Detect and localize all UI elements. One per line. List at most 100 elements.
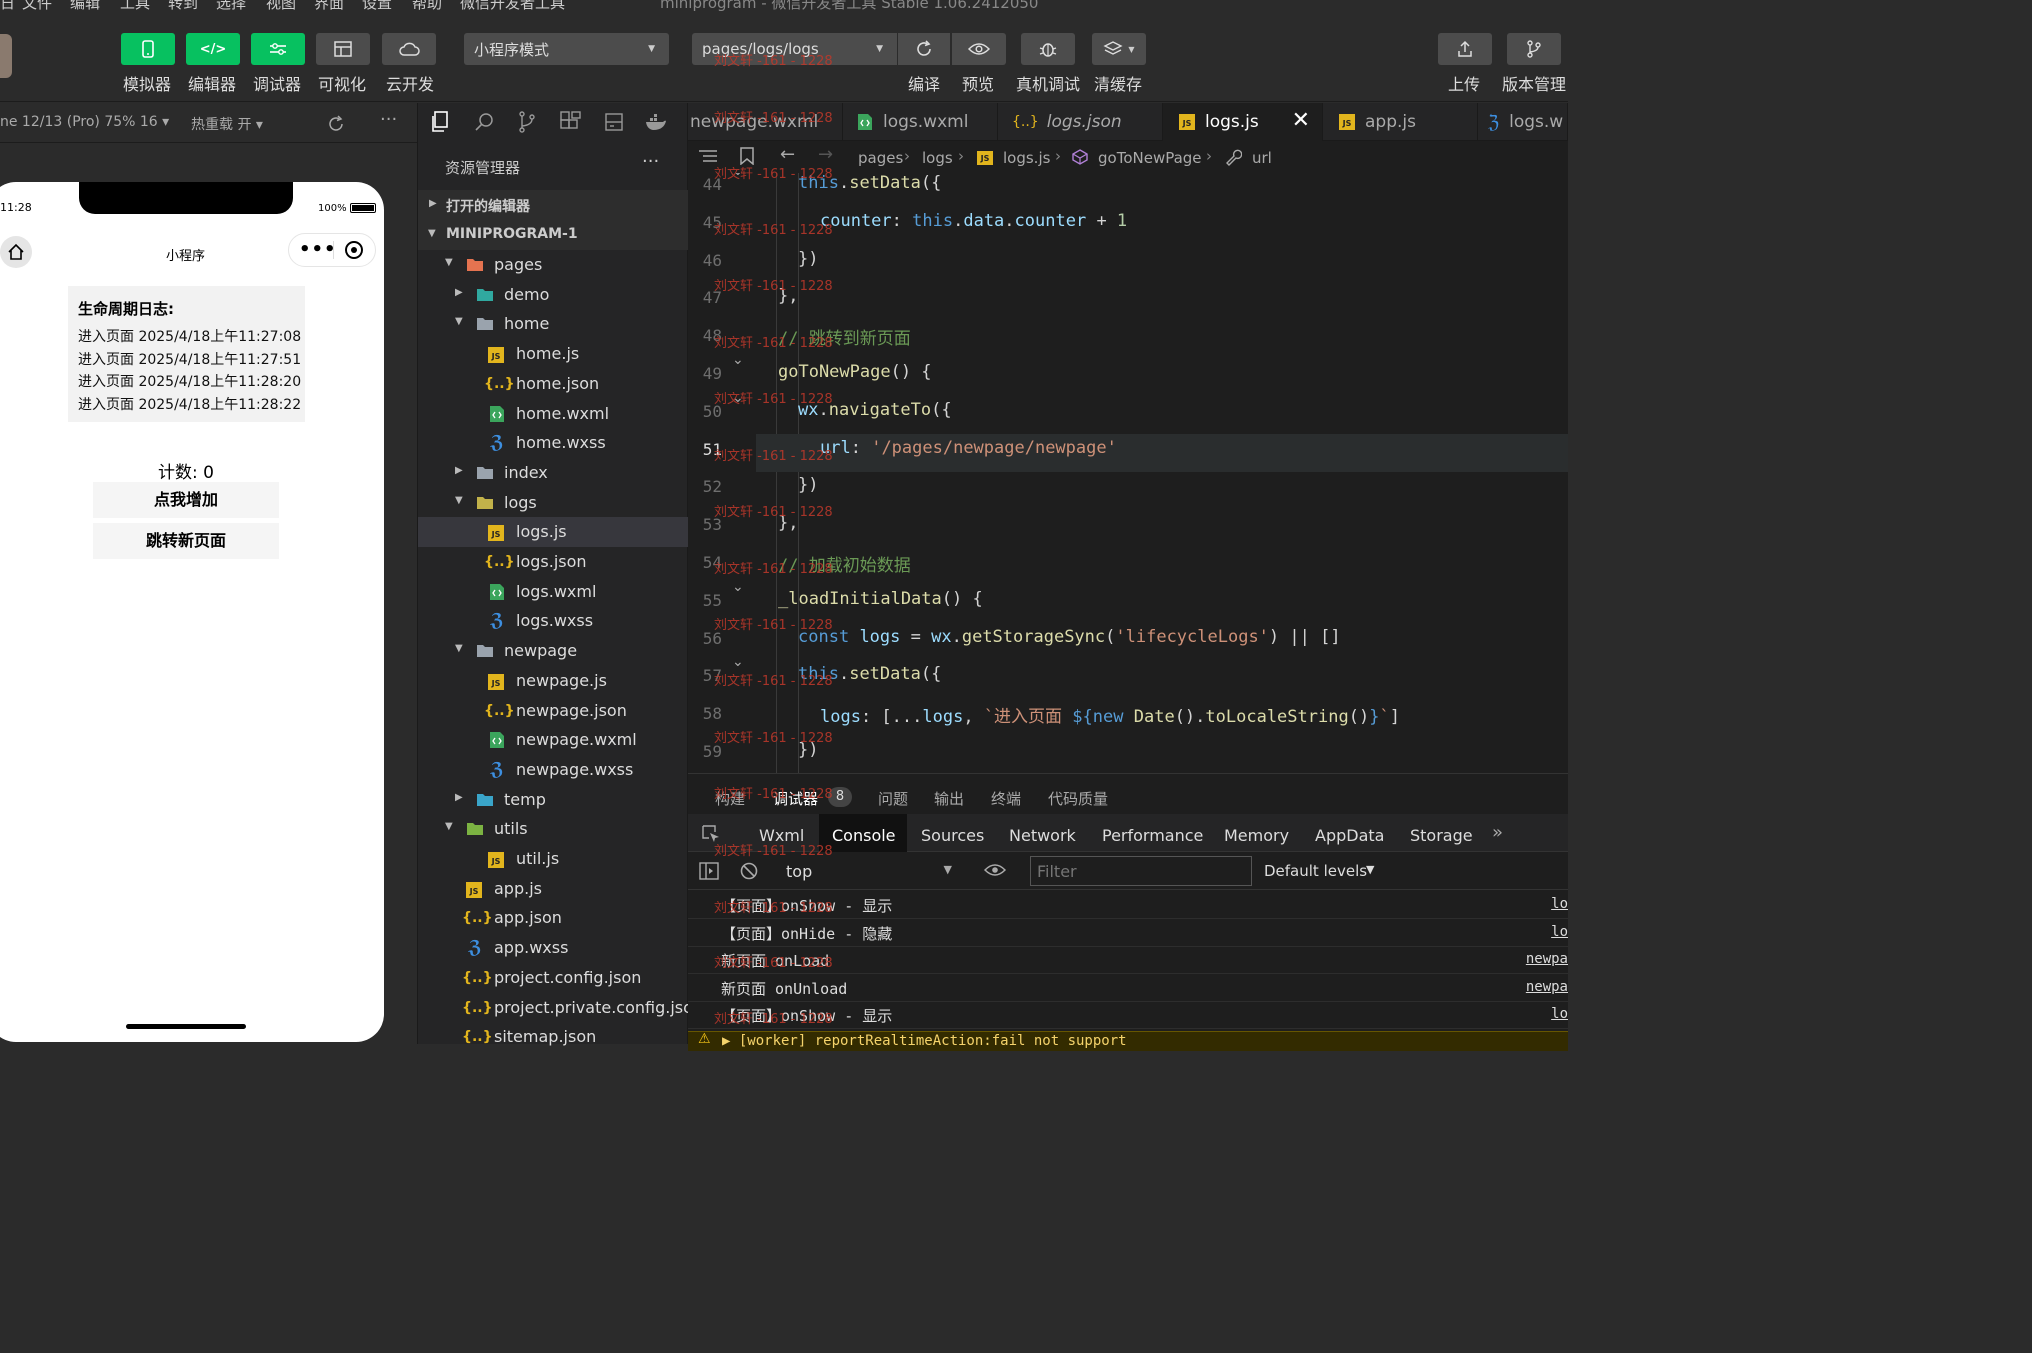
- filter-input[interactable]: [1030, 856, 1252, 886]
- storage-icon[interactable]: [604, 112, 624, 132]
- more-icon[interactable]: ···: [642, 151, 659, 172]
- breadcrumb-item[interactable]: logs: [922, 149, 953, 167]
- version-button[interactable]: [1507, 33, 1561, 65]
- tab-terminal[interactable]: 终端: [991, 788, 1021, 809]
- menu-item-view[interactable]: 视图: [266, 0, 296, 12]
- tree-item-newpage-wxml[interactable]: newpage.wxml: [418, 725, 688, 755]
- tree-item-home-json[interactable]: {..} home.json: [418, 369, 688, 399]
- remote-debug-button[interactable]: [1021, 33, 1075, 65]
- editor-tab-logs-js[interactable]: JS logs.js ✕: [1163, 103, 1323, 141]
- tree-item-index[interactable]: ▶ index: [418, 458, 688, 488]
- tree-item-logs-json[interactable]: {..} logs.json: [418, 547, 688, 577]
- fold-chevron-icon[interactable]: ⌄: [732, 352, 744, 368]
- menu-item-tools[interactable]: 工具: [120, 0, 150, 12]
- tree-item-project-private-config-json[interactable]: {..} project.private.config.json: [418, 993, 703, 1023]
- eye-icon[interactable]: [984, 863, 1006, 877]
- tree-item-logs-js[interactable]: JS logs.js: [418, 517, 688, 548]
- tree-item-newpage-json[interactable]: {..} newpage.json: [418, 696, 688, 726]
- tree-item-logs-wxss[interactable]: ℨlogs.wxss: [418, 606, 688, 636]
- console-source-link[interactable]: lo: [1551, 1006, 1568, 1022]
- tree-item-app-json[interactable]: {..} app.json: [418, 903, 688, 933]
- tree-item-logs-wxml[interactable]: logs.wxml: [418, 577, 688, 607]
- home-button[interactable]: [0, 236, 32, 268]
- docker-icon[interactable]: [645, 112, 667, 132]
- menu-item-help[interactable]: 帮助: [412, 0, 442, 12]
- search-icon[interactable]: [474, 112, 494, 132]
- devtab-wxml[interactable]: Wxml: [759, 826, 804, 845]
- upload-button[interactable]: [1438, 33, 1492, 65]
- tree-item-home-js[interactable]: JS home.js: [418, 339, 688, 369]
- tree-item-app-js[interactable]: JS app.js: [418, 874, 688, 904]
- menu-item-edit[interactable]: 编辑: [70, 0, 100, 12]
- context-select[interactable]: top ▼: [774, 857, 962, 885]
- project-root-section[interactable]: ▼ MINIPROGRAM-1: [418, 220, 688, 250]
- tab-debugger[interactable]: 调试器: [773, 788, 818, 809]
- avatar[interactable]: [0, 34, 12, 78]
- tree-item-utils[interactable]: ▼ utils: [418, 814, 688, 844]
- tree-item-home-wxml[interactable]: home.wxml: [418, 399, 688, 429]
- files-icon[interactable]: [430, 111, 450, 133]
- list-icon[interactable]: [698, 149, 718, 165]
- fold-chevron-icon[interactable]: ⌄: [732, 173, 744, 179]
- device-select[interactable]: ne 12/13 (Pro) 75% 16 ▾: [0, 114, 169, 130]
- fold-chevron-icon[interactable]: ⌄: [732, 654, 744, 670]
- tab-code-quality[interactable]: 代码质量: [1048, 788, 1108, 809]
- clear-cache-button[interactable]: ▼: [1092, 33, 1146, 65]
- open-editors-section[interactable]: ▶ 打开的编辑器: [418, 190, 688, 220]
- editor-tab-logs-json[interactable]: {..} logs.json: [998, 103, 1163, 141]
- rotate-icon[interactable]: [326, 114, 346, 134]
- tree-item-newpage[interactable]: ▼ newpage: [418, 636, 688, 666]
- menu-item-wechat[interactable]: 微信开发者工具: [460, 0, 565, 12]
- extensions-icon[interactable]: [560, 111, 582, 133]
- devtab-appdata[interactable]: AppData: [1315, 826, 1384, 845]
- console-source-link[interactable]: newpa: [1526, 951, 1568, 967]
- code-area[interactable]: 44 ⌄ this.setData({45 counter: this.data.co…: [688, 173, 1568, 773]
- tree-item-project-config-json[interactable]: {..} project.config.json: [418, 963, 688, 993]
- menu-item-goto[interactable]: 转到: [168, 0, 198, 12]
- editor-tab-logs-w[interactable]: ℨlogs.w: [1478, 103, 1568, 141]
- preview-button[interactable]: [952, 33, 1006, 65]
- capsule-more-icon[interactable]: •••: [299, 239, 337, 260]
- navigate-button[interactable]: 跳转新页面: [93, 523, 279, 559]
- capsule-close-icon[interactable]: [345, 241, 363, 259]
- tree-item-temp[interactable]: ▶ temp: [418, 785, 688, 815]
- menu-item-select[interactable]: 选择: [216, 0, 246, 12]
- menu-item-file[interactable]: 文件: [22, 0, 52, 12]
- source-control-icon[interactable]: [518, 111, 536, 133]
- console-source-link[interactable]: lo: [1551, 924, 1568, 940]
- tree-item-home[interactable]: ▼ home: [418, 309, 688, 339]
- tree-item-newpage-wxss[interactable]: ℨnewpage.wxss: [418, 755, 688, 785]
- devtab-storage[interactable]: Storage: [1410, 826, 1473, 845]
- menu-item[interactable]: 日: [0, 0, 15, 12]
- tree-item-logs[interactable]: ▼ logs: [418, 488, 688, 518]
- breadcrumb-item[interactable]: pages: [858, 149, 903, 167]
- back-arrow-icon[interactable]: ←: [780, 144, 795, 165]
- breadcrumb-item[interactable]: logs.js: [1003, 149, 1050, 167]
- mode-select[interactable]: 小程序模式 ▼: [464, 33, 669, 65]
- tree-item-util-js[interactable]: JS util.js: [418, 844, 688, 874]
- tab-problems[interactable]: 问题: [878, 788, 908, 809]
- simulator-toggle-button[interactable]: [121, 33, 175, 65]
- tree-item-sitemap-json[interactable]: {..} sitemap.json: [418, 1022, 688, 1052]
- editor-toggle-button[interactable]: </>: [186, 33, 240, 65]
- console-source-link[interactable]: lo: [1551, 896, 1568, 912]
- fold-chevron-icon[interactable]: ⌄: [732, 579, 744, 595]
- tree-item-app-wxss[interactable]: ℨapp.wxss: [418, 933, 688, 963]
- clear-console-icon[interactable]: [740, 862, 758, 880]
- console-source-link[interactable]: newpa: [1526, 979, 1568, 995]
- tree-item-demo[interactable]: ▶ demo: [418, 280, 688, 310]
- more-icon[interactable]: ···: [380, 109, 397, 130]
- breadcrumb-item[interactable]: goToNewPage: [1098, 149, 1202, 167]
- devtab-performance[interactable]: Performance: [1102, 826, 1203, 845]
- bookmark-icon[interactable]: [740, 147, 754, 165]
- menu-item-ui[interactable]: 界面: [314, 0, 344, 12]
- sidebar-toggle-icon[interactable]: [699, 862, 719, 880]
- close-icon[interactable]: ✕: [1292, 108, 1310, 133]
- tree-item-home-wxss[interactable]: ℨhome.wxss: [418, 428, 688, 458]
- compile-page-select[interactable]: pages/logs/logs ▼: [692, 33, 897, 65]
- editor-tab-newpage-wxml[interactable]: newpage.wxml: [688, 103, 843, 141]
- more-tabs-icon[interactable]: »: [1492, 822, 1503, 843]
- inspect-icon[interactable]: [702, 825, 720, 843]
- devtab-console[interactable]: Console: [832, 826, 896, 845]
- menu-item-settings[interactable]: 设置: [362, 0, 392, 12]
